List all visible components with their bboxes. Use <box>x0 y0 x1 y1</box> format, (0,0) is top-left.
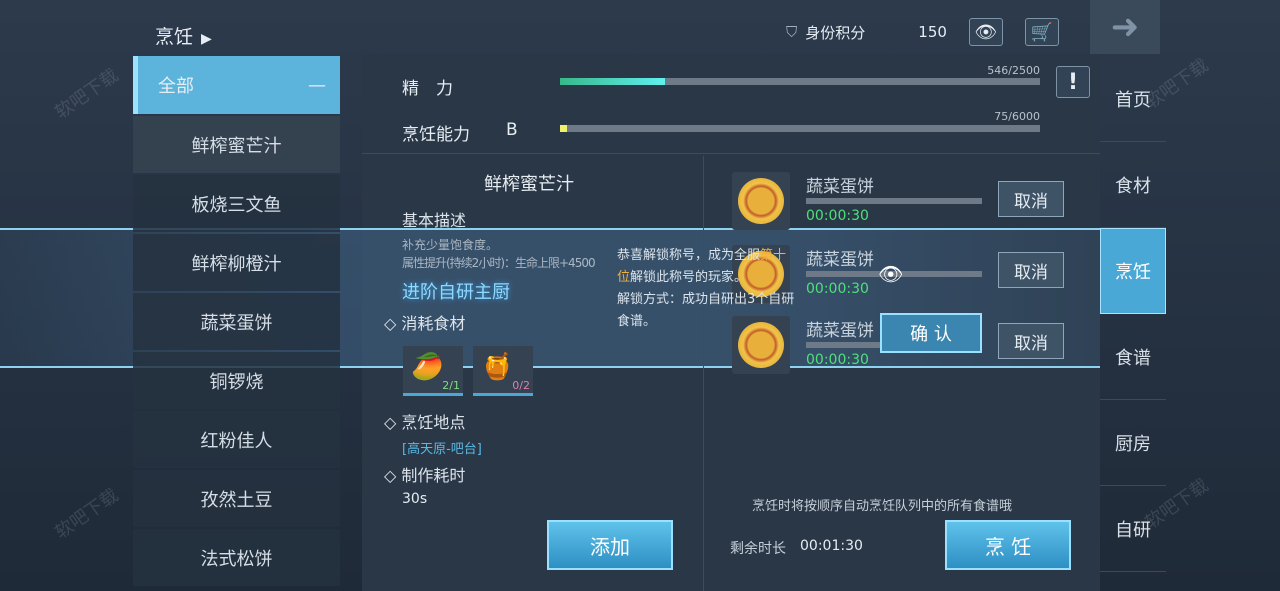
recipe-name: 鲜榨蜜芒汁 <box>484 174 574 195</box>
confirm-button[interactable]: 确 认 <box>880 313 982 353</box>
cook-button[interactable]: 烹 饪 <box>945 520 1071 570</box>
watermark: 软吧下载 <box>51 64 123 124</box>
category-all[interactable]: 全部 — <box>133 56 340 114</box>
divider <box>362 153 1100 154</box>
cart-icon[interactable]: 🛒 <box>1024 18 1059 46</box>
desc-title: 基本描述 <box>402 211 467 230</box>
category-item[interactable]: 孜然土豆 <box>133 470 340 527</box>
ingredient-honey[interactable]: 🍯 0/2 <box>473 346 533 396</box>
ingredients-label: 消耗食材 <box>401 314 466 333</box>
nav-ingredients[interactable]: 食材 <box>1100 142 1166 228</box>
identity-value: 150 <box>918 23 947 41</box>
desc-line: 补充少量饱食度。 <box>402 238 499 252</box>
category-item[interactable]: 板烧三文鱼 <box>133 175 340 232</box>
popup-title: 进阶自研主厨 <box>402 282 510 303</box>
eye-icon[interactable]: 👁 <box>968 18 1003 46</box>
popup-text-b: 解锁此称号的玩家。 <box>630 270 748 285</box>
ingredient-count: 2/1 <box>442 379 460 392</box>
back-arrow-icon[interactable]: ➜ <box>1090 0 1160 54</box>
location-value: [高天原-吧台] <box>402 442 482 457</box>
category-item[interactable]: 铜锣烧 <box>133 352 340 409</box>
time-title: ◇ 制作耗时 <box>384 466 466 485</box>
queue-progress <box>806 198 982 204</box>
energy-value: 546/2500 <box>987 64 1040 77</box>
right-nav: 首页 食材 烹饪 食谱 厨房 自研 <box>1100 56 1166 572</box>
food-image <box>732 172 790 230</box>
omelette-icon <box>738 178 784 224</box>
popup-unlock-method: 解锁方式：成功自研出3个自研食谱。 <box>617 292 795 329</box>
ingredient-count: 0/2 <box>512 379 530 392</box>
cook-ability-label: 烹饪能力 <box>402 125 470 145</box>
badge-icon: ⛉ <box>786 23 798 41</box>
honey-jar-icon: 🍯 <box>481 352 514 382</box>
cook-value: 75/6000 <box>994 110 1040 123</box>
nav-recipes[interactable]: 食谱 <box>1100 314 1166 400</box>
ingredients-title: ◇ 消耗食材 <box>384 314 466 333</box>
time-value: 30s <box>402 491 428 507</box>
time-label: 制作耗时 <box>401 466 466 485</box>
queue-time: 00:00:30 <box>806 281 869 297</box>
popup-text: 恭喜解锁称号，成为全服第十位解锁此称号的玩家。 解锁方式：成功自研出3个自研食谱。 <box>617 245 799 333</box>
cook-grade: B <box>506 120 518 140</box>
cook-bar <box>560 125 1040 132</box>
location-title: ◇ 烹饪地点 <box>384 413 466 432</box>
page-title[interactable]: 烹饪 ▶ <box>155 22 212 49</box>
identity-label: 身份积分 <box>805 23 866 42</box>
category-item[interactable]: 鲜榨柳橙汁 <box>133 234 340 291</box>
category-item[interactable]: 法式松饼 <box>133 529 340 586</box>
triangle-right-icon: ▶ <box>201 31 212 47</box>
queue-time: 00:00:30 <box>806 352 869 368</box>
watermark: 软吧下载 <box>51 484 123 544</box>
all-label: 全部 <box>158 76 194 97</box>
queue-name: 蔬菜蛋饼 <box>806 250 874 270</box>
cancel-button[interactable]: 取消 <box>998 323 1064 359</box>
queue-name: 蔬菜蛋饼 <box>806 177 874 197</box>
ingredient-mango[interactable]: 🥭 2/1 <box>403 346 463 396</box>
collapse-icon[interactable]: — <box>308 75 326 96</box>
queue-time: 00:00:30 <box>806 208 869 224</box>
info-icon[interactable]: ! <box>1056 66 1090 98</box>
cancel-button[interactable]: 取消 <box>998 252 1064 288</box>
cancel-button[interactable]: 取消 <box>998 181 1064 217</box>
divider <box>703 156 704 591</box>
title-text: 烹饪 <box>155 26 194 48</box>
category-item[interactable]: 蔬菜蛋饼 <box>133 293 340 350</box>
energy-label: 精 力 <box>402 79 453 99</box>
category-item[interactable]: 鲜榨蜜芒汁 <box>133 116 340 173</box>
remaining-label: 剩余时长 <box>730 541 786 557</box>
remaining-time: 00:01:30 <box>800 538 863 554</box>
location-label: 烹饪地点 <box>401 413 466 432</box>
desc-line: 属性提升(持续2小时)：生命上限+4500 <box>402 256 596 270</box>
nav-cooking[interactable]: 烹饪 <box>1100 228 1166 314</box>
category-item[interactable]: 红粉佳人 <box>133 411 340 468</box>
queue-hint: 烹饪时将按顺序自动烹饪队列中的所有食谱哦 <box>752 499 1013 514</box>
nav-kitchen[interactable]: 厨房 <box>1100 400 1166 486</box>
identity-score: ⛉ 身份积分 150 👁 🛒 <box>786 18 1059 46</box>
energy-bar <box>560 78 1040 85</box>
category-list: 全部 — 鲜榨蜜芒汁 板烧三文鱼 鲜榨柳橙汁 蔬菜蛋饼 铜锣烧 红粉佳人 孜然土豆… <box>133 56 340 586</box>
mango-icon: 🥭 <box>411 352 444 382</box>
eye-icon[interactable]: 👁 <box>878 262 903 286</box>
popup-text-a: 恭喜解锁称号，成为全服 <box>617 248 761 263</box>
add-button[interactable]: 添加 <box>547 520 673 570</box>
queue-name: 蔬菜蛋饼 <box>806 321 874 341</box>
